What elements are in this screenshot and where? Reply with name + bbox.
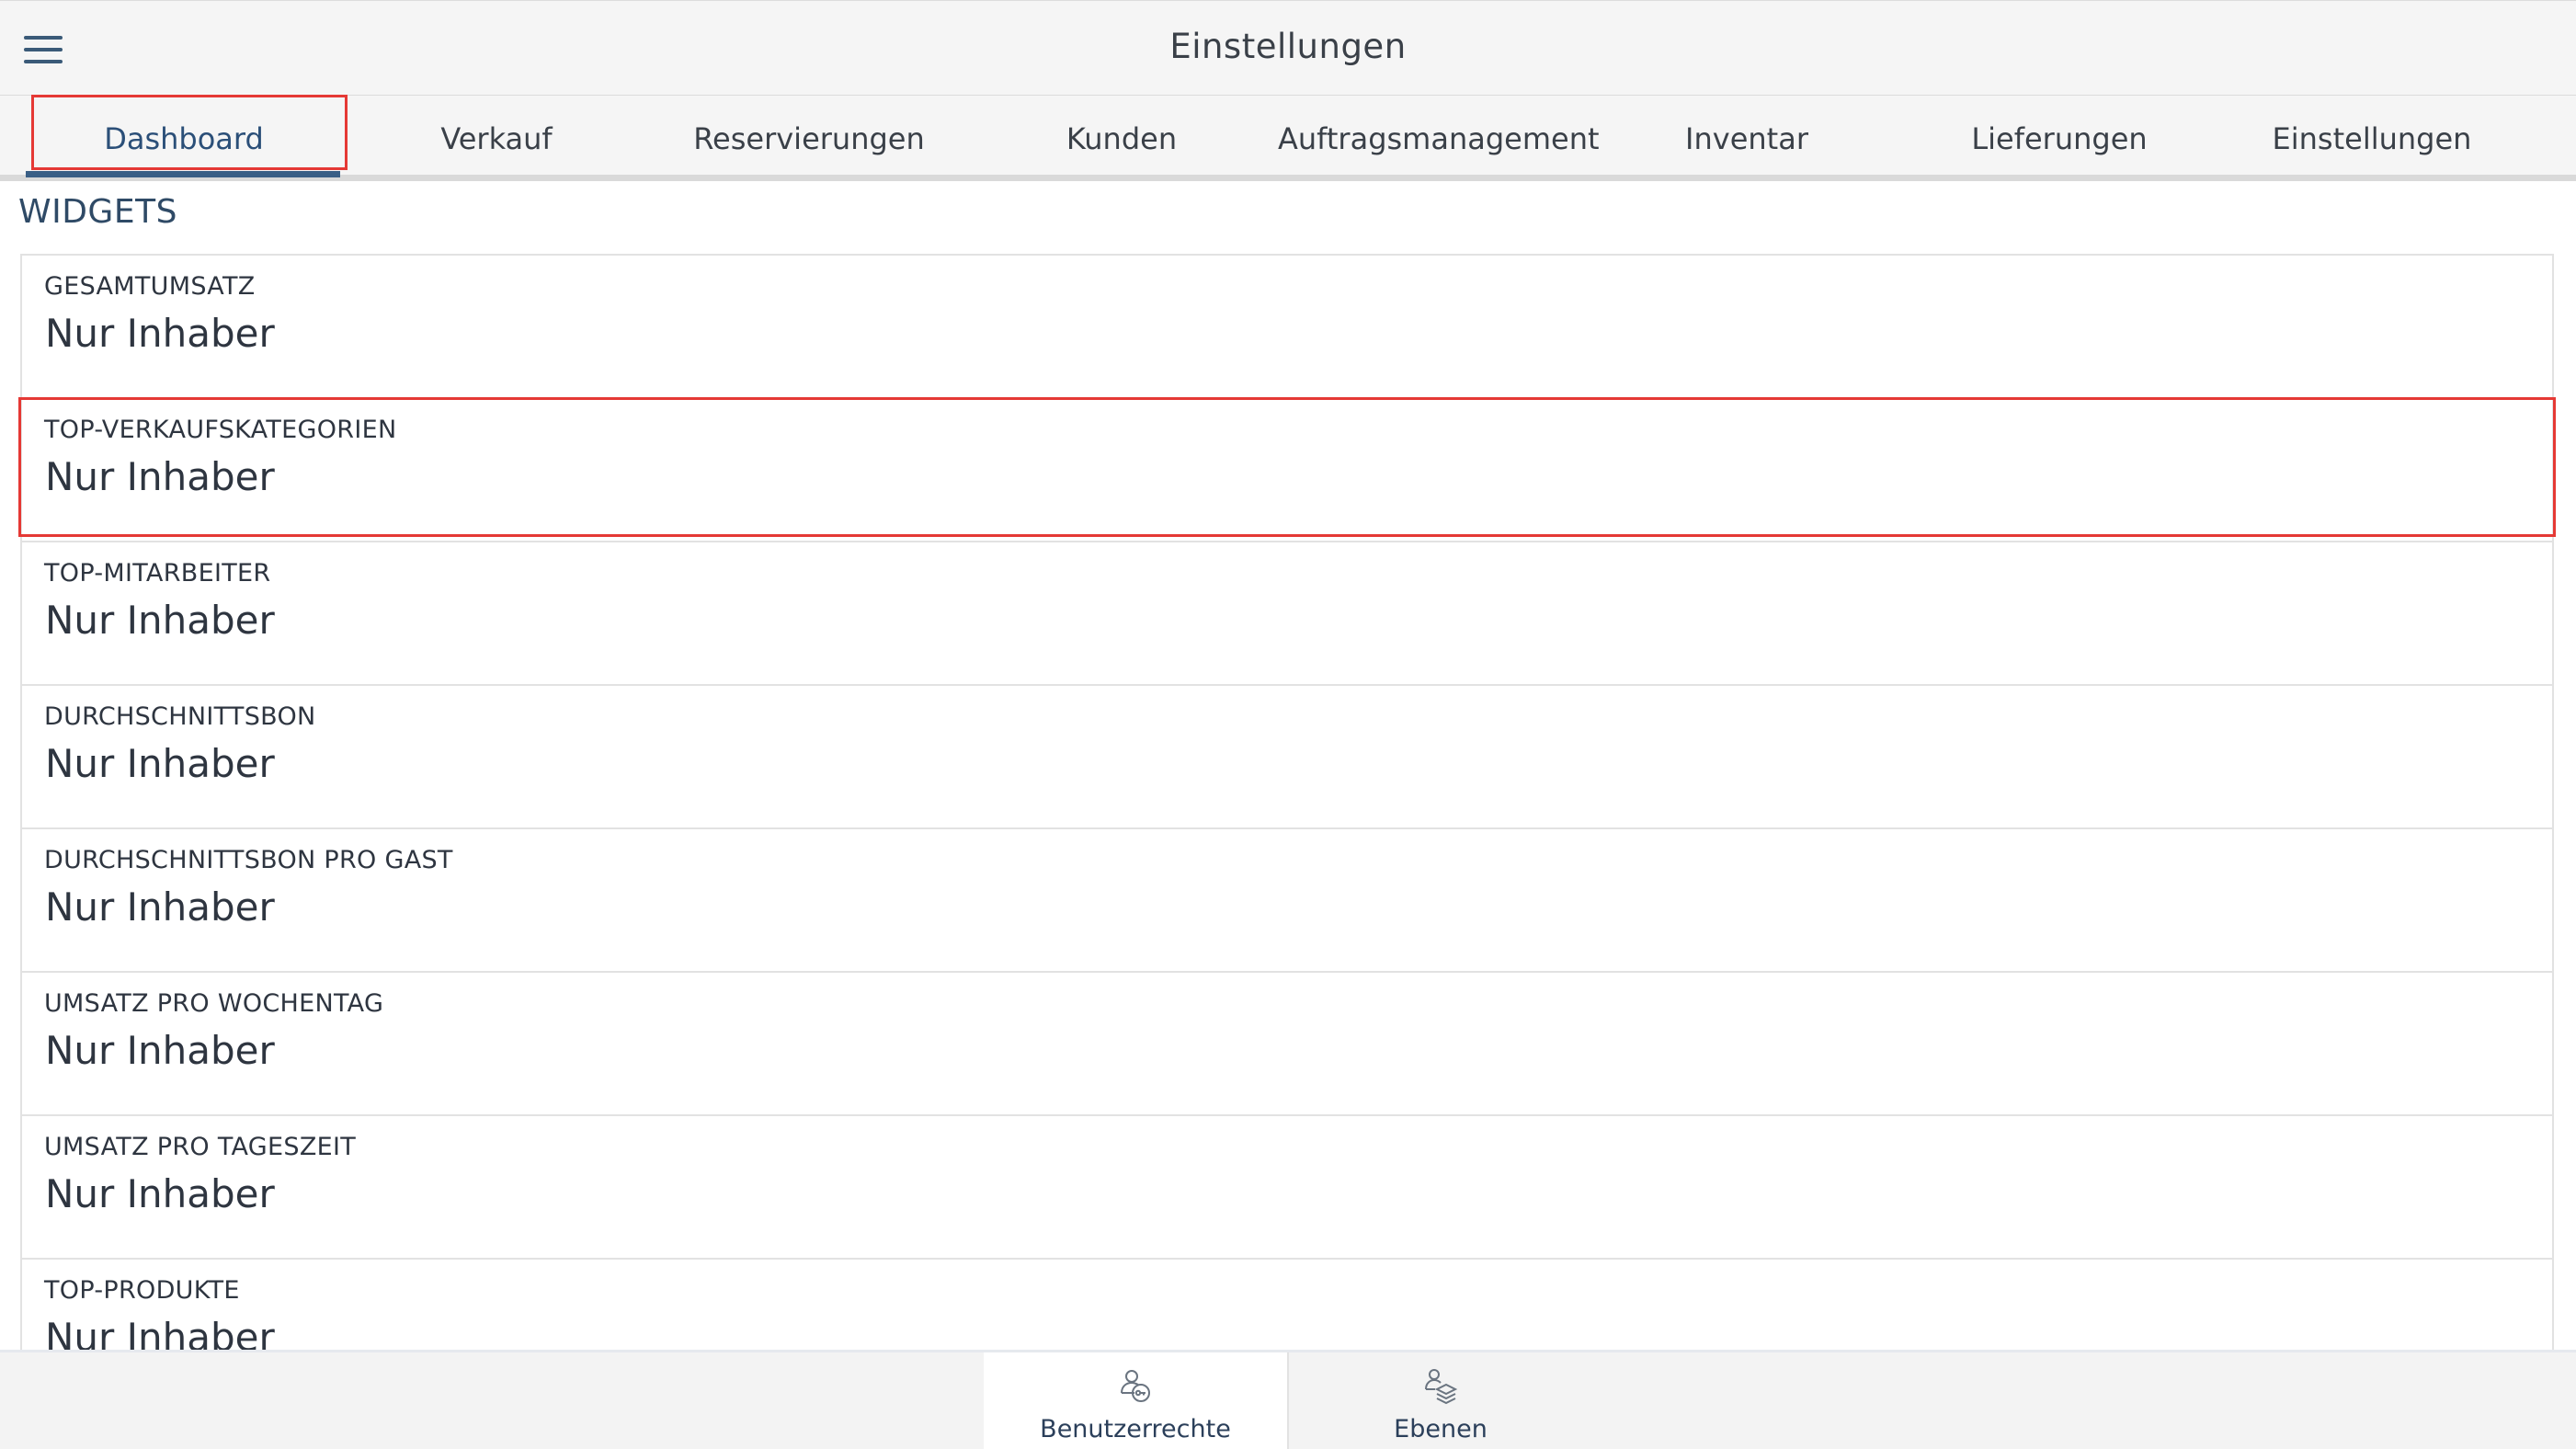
widget-label: DURCHSCHNITTSBON <box>44 702 316 731</box>
list-item-durchschnittsbon[interactable]: DURCHSCHNITTSBON Nur Inhaber <box>22 686 2552 829</box>
widget-permission-value: Nur Inhaber <box>45 311 275 356</box>
bottom-tab-label: Ebenen <box>1394 1415 1487 1443</box>
users-layers-icon <box>1425 1369 1458 1405</box>
widget-list: GESAMTUMSATZ Nur Inhaber TOP-VERKAUFSKAT… <box>20 254 2554 1352</box>
tab-dashboard[interactable]: Dashboard <box>28 96 340 175</box>
widget-label: DURCHSCHNITTSBON PRO GAST <box>44 846 453 874</box>
widget-permission-value: Nur Inhaber <box>45 1315 275 1352</box>
tab-kunden[interactable]: Kunden <box>965 96 1278 175</box>
tab-verkauf[interactable]: Verkauf <box>340 96 653 175</box>
widget-permission-value: Nur Inhaber <box>45 884 275 930</box>
widget-label: TOP-PRODUKTE <box>44 1276 240 1305</box>
user-key-icon <box>1121 1370 1150 1402</box>
widget-label: UMSATZ PRO WOCHENTAG <box>44 989 384 1018</box>
widget-label: UMSATZ PRO TAGESZEIT <box>44 1133 357 1161</box>
widget-permission-value: Nur Inhaber <box>45 1171 275 1216</box>
tab-auftragsmanagement[interactable]: Auftragsmanagement <box>1278 96 1600 175</box>
app-window: Einstellungen Dashboard Verkauf Reservie… <box>0 0 2576 1449</box>
section-title: WIDGETS <box>18 193 177 231</box>
bottom-tab-benutzerrechte[interactable]: Benutzerrechte <box>984 1352 1287 1449</box>
list-item-top-mitarbeiter[interactable]: TOP-MITARBEITER Nur Inhaber <box>22 542 2552 686</box>
widget-label: TOP-MITARBEITER <box>44 559 271 588</box>
bottom-tab-label: Benutzerrechte <box>1040 1415 1231 1443</box>
page-title: Einstellungen <box>1169 27 1407 66</box>
list-item-umsatz-pro-tageszeit[interactable]: UMSATZ PRO TAGESZEIT Nur Inhaber <box>22 1116 2552 1260</box>
tab-reservierungen[interactable]: Reservierungen <box>653 96 965 175</box>
widget-permission-value: Nur Inhaber <box>45 598 275 643</box>
widget-label: GESAMTUMSATZ <box>44 272 256 301</box>
tab-einstellungen[interactable]: Einstellungen <box>2216 96 2528 175</box>
widget-permission-value: Nur Inhaber <box>45 741 275 786</box>
tab-lieferungen[interactable]: Lieferungen <box>1903 96 2216 175</box>
widget-label: TOP-VERKAUFSKATEGORIEN <box>44 416 397 444</box>
widget-permission-value: Nur Inhaber <box>45 454 275 499</box>
bottom-tab-ebenen[interactable]: Ebenen <box>1287 1352 1592 1449</box>
list-item-gesamtumsatz[interactable]: GESAMTUMSATZ Nur Inhaber <box>22 256 2552 399</box>
list-item-top-verkaufskategorien[interactable]: TOP-VERKAUFSKATEGORIEN Nur Inhaber <box>22 399 2552 542</box>
widget-permission-value: Nur Inhaber <box>45 1028 275 1073</box>
tab-bar: Dashboard Verkauf Reservierungen Kunden … <box>0 96 2576 181</box>
bottom-nav: Benutzerrechte Ebenen <box>0 1350 2576 1449</box>
top-header: Einstellungen <box>0 0 2576 96</box>
list-item-top-produkte[interactable]: TOP-PRODUKTE Nur Inhaber <box>22 1260 2552 1352</box>
tab-inventar[interactable]: Inventar <box>1590 96 1903 175</box>
list-item-umsatz-pro-wochentag[interactable]: UMSATZ PRO WOCHENTAG Nur Inhaber <box>22 973 2552 1116</box>
list-item-durchschnittsbon-pro-gast[interactable]: DURCHSCHNITTSBON PRO GAST Nur Inhaber <box>22 829 2552 973</box>
active-tab-indicator <box>26 171 340 177</box>
